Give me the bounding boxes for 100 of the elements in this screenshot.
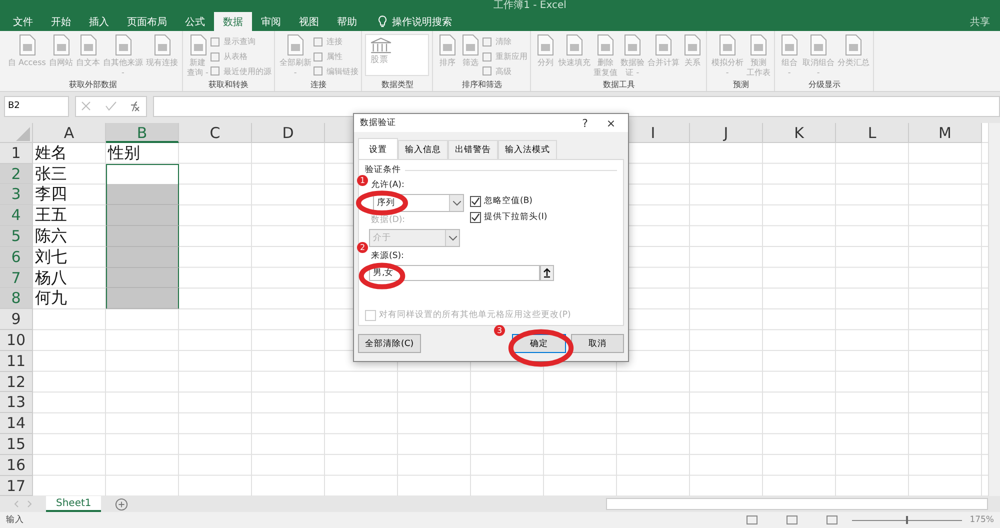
column-header[interactable]: L [836, 122, 909, 143]
document-icon [843, 34, 864, 56]
square-icon [313, 52, 324, 62]
table-cell-text: 王五 [34, 205, 68, 226]
square-icon [482, 36, 492, 47]
column-header[interactable]: B [106, 122, 179, 143]
row-header[interactable]: 6 [0, 246, 33, 268]
selected-cell[interactable] [106, 288, 179, 310]
ribbon-tab[interactable]: 公式 [176, 12, 214, 32]
active-cell[interactable] [106, 164, 179, 184]
selected-cell[interactable] [106, 205, 179, 226]
section-title: 验证条件 [365, 164, 401, 176]
table-cell-text: 姓名 [34, 142, 68, 164]
selected-cell[interactable] [106, 268, 179, 288]
document-icon [682, 34, 702, 56]
sheet-tab[interactable]: Sheet1 [46, 496, 102, 512]
cancel-button[interactable]: 取消 [571, 334, 624, 353]
ribbon-tab[interactable]: 开始 [42, 12, 80, 32]
group-label: 连接 [309, 78, 328, 91]
selected-cell[interactable] [106, 184, 179, 206]
column-header[interactable]: D [252, 122, 325, 143]
lightbulb-icon [378, 15, 387, 28]
row-header[interactable]: 13 [0, 392, 33, 414]
table-cell-text: 刘七 [34, 246, 68, 268]
field-label: 数据(D): [371, 214, 406, 226]
square-icon [313, 36, 324, 47]
row-header[interactable]: 8 [0, 288, 33, 310]
status-text: 输入 [6, 514, 24, 526]
zoom-level[interactable]: 175% [970, 515, 994, 526]
column-header[interactable]: J [690, 122, 763, 143]
caret-icon [448, 236, 456, 241]
clear-all-button[interactable]: 全部清除(C) [358, 334, 421, 353]
row-header[interactable]: 16 [0, 454, 33, 476]
table-cell-text: 张三 [34, 164, 68, 184]
name-box[interactable]: B2 [4, 96, 69, 117]
dialog-title: 数据验证 [360, 117, 396, 130]
ribbon-tab[interactable]: 视图 [290, 12, 328, 32]
row-header[interactable]: 1 [0, 142, 33, 164]
row-header[interactable]: 3 [0, 184, 33, 206]
group-label: 分级显示 [807, 78, 842, 91]
bank-icon [370, 37, 392, 56]
row-header[interactable]: 14 [0, 413, 33, 434]
document-icon [595, 34, 616, 56]
row-header[interactable]: 4 [0, 205, 33, 226]
table-cell-text: 李四 [34, 184, 68, 206]
dialog-tab[interactable]: 设置 [358, 138, 398, 160]
checkbox-option[interactable]: 提供下拉箭头(I) [470, 211, 548, 224]
share-button[interactable]: 共享 [970, 15, 990, 30]
dialog-tab[interactable]: 输入信息 [398, 140, 448, 160]
ribbon-tab[interactable]: 审阅 [252, 12, 290, 32]
ribbon-tab[interactable]: 帮助 [328, 12, 366, 32]
column-header[interactable]: M [909, 122, 982, 143]
square-icon [210, 66, 220, 76]
row-header[interactable]: 15 [0, 434, 33, 455]
row-header[interactable]: 5 [0, 226, 33, 247]
document-icon [285, 34, 306, 56]
zoom-slider[interactable] [852, 515, 962, 526]
annotation-circle [357, 192, 407, 214]
checkbox-option[interactable]: 忽略空值(B) [470, 195, 548, 208]
row-header[interactable]: 9 [0, 309, 33, 330]
dialog-tab[interactable]: 输入法模式 [498, 140, 557, 160]
column-header[interactable]: C [179, 122, 252, 143]
document-icon [152, 34, 172, 56]
annotation-circle [360, 264, 404, 288]
table-cell-text: 何九 [34, 288, 68, 310]
field-label: 来源(S): [371, 250, 404, 262]
ribbon-tab[interactable]: 文件 [4, 12, 42, 32]
table-cell-text: 杨八 [34, 268, 68, 288]
row-header[interactable]: 7 [0, 268, 33, 288]
square-icon [482, 66, 492, 76]
row-header[interactable]: 12 [0, 372, 33, 392]
row-header[interactable]: 17 [0, 476, 33, 496]
window-title: 工作簿1 - Excel [494, 0, 566, 12]
formula-input[interactable] [153, 96, 1000, 117]
step-number-badge: 2 [357, 242, 368, 253]
help-button[interactable]: ? [572, 116, 598, 131]
add-sheet-icon[interactable] [115, 498, 128, 511]
step-number-badge: 1 [357, 175, 368, 186]
row-header[interactable]: 2 [0, 164, 33, 184]
row-header[interactable]: 10 [0, 330, 33, 351]
collapse-button[interactable] [540, 265, 554, 282]
group-label: 数据类型 [380, 78, 414, 91]
document-icon [653, 34, 674, 56]
row-header[interactable]: 11 [0, 350, 33, 372]
dialog-tab[interactable]: 出错警告 [448, 140, 498, 160]
source-field[interactable]: 男,女 [369, 265, 540, 282]
document-icon [78, 34, 98, 56]
upload-arrow-icon [543, 268, 551, 278]
column-header[interactable]: A [33, 122, 106, 143]
document-icon [564, 34, 584, 56]
selected-cell[interactable] [106, 226, 179, 247]
ribbon-tab[interactable]: 插入 [80, 12, 118, 32]
ribbon-tab[interactable]: 数据 [214, 12, 252, 32]
document-icon [16, 34, 37, 56]
column-header[interactable]: K [763, 122, 836, 143]
horizontal-scrollbar[interactable] [606, 498, 988, 510]
ribbon-tab[interactable]: 页面布局 [118, 12, 176, 32]
vertical-scrollbar[interactable] [988, 122, 1000, 496]
search-field[interactable]: 操作说明搜索 [392, 14, 452, 29]
selected-cell[interactable] [106, 246, 179, 268]
